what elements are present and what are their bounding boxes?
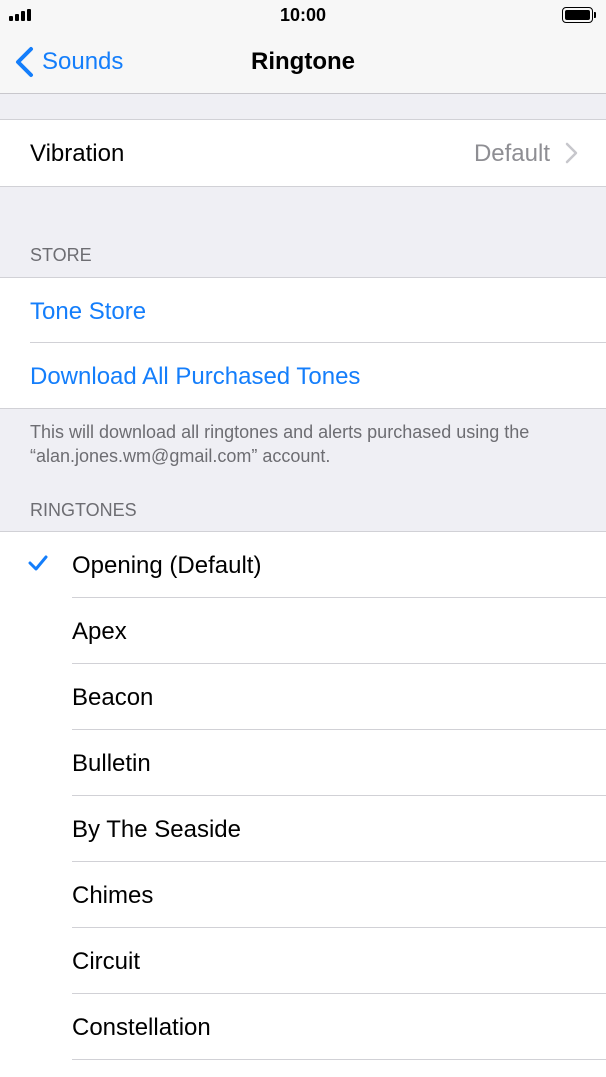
download-all-purchased-tones-link[interactable]: Download All Purchased Tones (30, 363, 360, 391)
divider (0, 186, 606, 187)
tone-store-row[interactable]: Tone Store (0, 278, 606, 343)
ringtone-item-opening[interactable]: Opening (Default) (0, 532, 606, 598)
ringtone-label: By The Seaside (72, 816, 241, 843)
ringtone-item-chimes[interactable]: Chimes (0, 862, 606, 928)
vibration-label: Vibration (30, 140, 125, 167)
divider (0, 408, 606, 409)
ringtone-label: Chimes (72, 882, 154, 909)
ringtone-label: Circuit (72, 948, 141, 975)
ringtone-label: Constellation (72, 1014, 211, 1041)
status-bar: 10:00 (0, 0, 606, 32)
download-all-row[interactable]: Download All Purchased Tones (0, 343, 606, 408)
ringtone-item-by-the-seaside[interactable]: By The Seaside (0, 796, 606, 862)
ringtones-section-header: RINGTONES (30, 500, 137, 520)
store-section-header: STORE (30, 245, 92, 265)
ringtone-item-apex[interactable]: Apex (0, 598, 606, 664)
ringtone-label: Apex (72, 618, 127, 645)
ringtones-list: Opening (Default) Apex Beacon Bulletin B… (0, 532, 606, 1077)
navigation-bar: Sounds Ringtone (0, 32, 606, 94)
ringtone-item-bulletin[interactable]: Bulletin (0, 730, 606, 796)
battery-icon (562, 7, 596, 23)
ringtone-label: Bulletin (72, 750, 151, 777)
store-group: Tone Store Download All Purchased Tones (0, 278, 606, 408)
ringtone-item-circuit[interactable]: Circuit (0, 928, 606, 994)
chevron-right-icon (565, 142, 578, 164)
page-title: Ringtone (251, 48, 355, 75)
vibration-value: Default (473, 140, 550, 167)
divider (72, 1059, 606, 1060)
ringtone-item-beacon[interactable]: Beacon (0, 664, 606, 730)
store-footer-note: This will download all ringtones and ale… (30, 422, 530, 466)
ringtone-item-constellation[interactable]: Constellation (0, 994, 606, 1060)
status-time: 10:00 (279, 5, 327, 25)
checkmark-icon (28, 555, 48, 571)
vibration-row[interactable]: Vibration Default (0, 120, 606, 186)
ringtone-label: Opening (Default) (72, 552, 262, 579)
tone-store-link[interactable]: Tone Store (30, 298, 146, 326)
ringtone-label: Beacon (72, 684, 154, 711)
